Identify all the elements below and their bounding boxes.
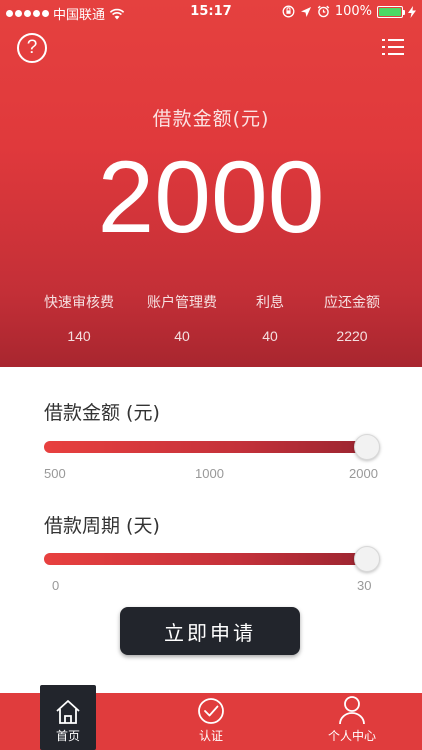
fee-label: 快速审核费 [44, 295, 114, 311]
home-icon [56, 700, 80, 724]
fee-label: 应还金额 [324, 295, 380, 311]
battery-level-fill [379, 7, 401, 16]
fee-value: 40 [174, 328, 190, 344]
tab-label: 个人中心 [327, 729, 376, 743]
status-bar: 中国联通 15:17 100% [0, 0, 422, 24]
fee-value: 140 [67, 328, 91, 344]
loan-amount-value: 2000 [97, 140, 325, 254]
amount-tick-min: 500 [44, 466, 66, 481]
help-button[interactable]: ? [17, 33, 47, 63]
tab-profile[interactable]: 个人中心 [322, 693, 382, 750]
fee-total-due: 应还金额 2220 [324, 292, 380, 344]
slider-fill [44, 553, 367, 565]
apply-now-button[interactable]: 立即申请 [120, 607, 300, 655]
slider-thumb[interactable] [354, 546, 380, 572]
fee-account-management: 账户管理费 40 [147, 292, 217, 344]
question-circle-icon: ? [26, 37, 38, 58]
fee-interest: 利息 40 [256, 292, 284, 344]
amount-tick-max: 2000 [349, 466, 378, 481]
check-circle-icon [198, 698, 224, 724]
loan-amount-title: 借款金额(元) [152, 108, 270, 130]
slider-thumb[interactable] [354, 434, 380, 460]
period-slider[interactable] [44, 546, 380, 572]
charging-icon [408, 5, 416, 18]
loan-summary-header: 中国联通 15:17 100% ? 借款金额(元) 2000 快速审核费 140… [0, 0, 422, 367]
list-menu-icon[interactable] [382, 38, 404, 56]
amount-slider[interactable] [44, 434, 380, 460]
battery-percent: 100% [334, 4, 372, 19]
user-icon [339, 696, 365, 725]
rotation-lock-icon [282, 5, 295, 18]
period-tick-max: 30 [357, 578, 372, 593]
tab-label: 认证 [198, 729, 223, 743]
slider-track[interactable] [44, 553, 380, 565]
tab-home[interactable]: 首页 [40, 685, 96, 750]
fee-review: 快速审核费 140 [44, 292, 114, 344]
tab-verification[interactable]: 认证 [188, 693, 234, 750]
fee-value: 40 [262, 328, 278, 344]
fee-label: 利息 [256, 295, 284, 311]
period-tick-min: 0 [52, 578, 60, 593]
slider-track[interactable] [44, 441, 380, 453]
amount-slider-label: 借款金额 (元) [44, 402, 160, 424]
tab-bar: 首页 认证 个人中心 [0, 685, 422, 750]
fee-label: 账户管理费 [147, 295, 217, 311]
battery-icon [377, 5, 405, 18]
alarm-icon [317, 5, 330, 18]
slider-fill [44, 441, 367, 453]
fee-value: 2220 [336, 328, 368, 344]
period-slider-label: 借款周期 (天) [44, 515, 160, 537]
amount-tick-mid: 1000 [195, 466, 224, 481]
fee-breakdown: 快速审核费 140 账户管理费 40 利息 40 应还金额 2220 [0, 292, 422, 352]
location-icon [300, 6, 311, 17]
tab-label: 首页 [55, 729, 80, 743]
